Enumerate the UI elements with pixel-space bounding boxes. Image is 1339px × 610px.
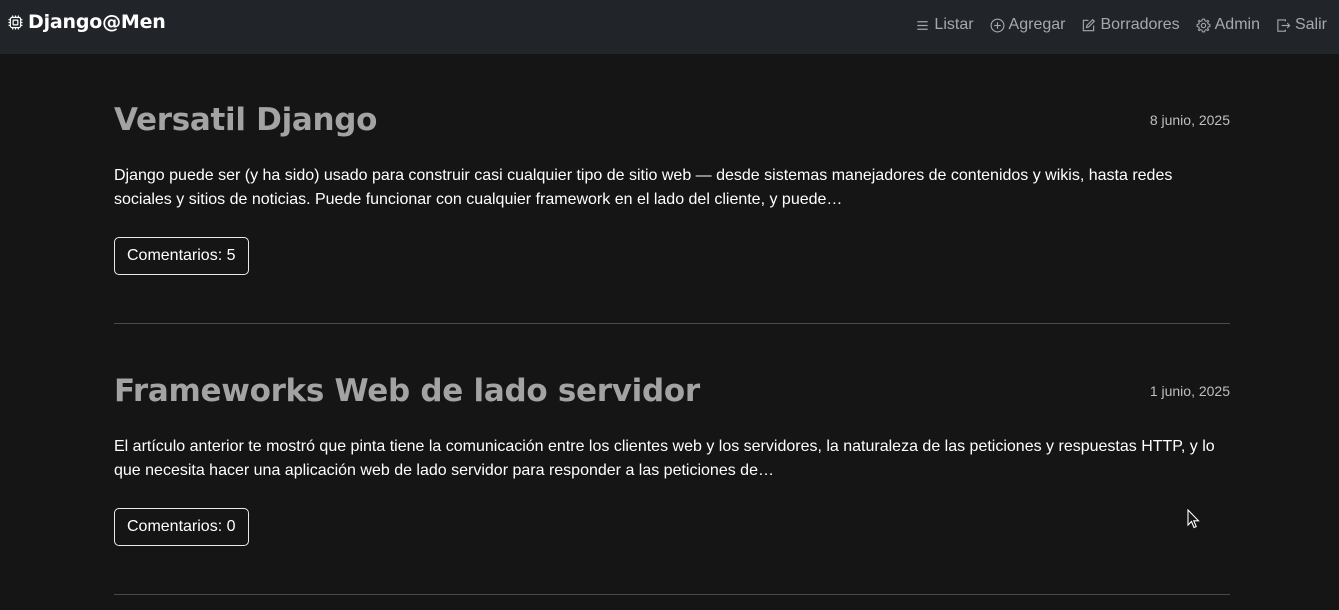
nav-item-salir[interactable]: Salir <box>1276 16 1327 34</box>
nav-item-borradores[interactable]: Borradores <box>1081 16 1180 34</box>
navbar: Django@Men Listar Agregar Borradores Adm… <box>0 0 1339 54</box>
nav-item-listar[interactable]: Listar <box>915 16 974 34</box>
plus-circle-icon <box>990 18 1004 32</box>
nav-item-admin[interactable]: Admin <box>1196 16 1260 34</box>
nav-item-label: Agregar <box>1008 16 1066 33</box>
post-title[interactable]: Frameworks Web de lado servidor <box>114 373 700 409</box>
nav-item-agregar[interactable]: Agregar <box>990 16 1066 34</box>
comments-button[interactable]: Comentarios: 0 <box>114 508 249 546</box>
nav-menu: Listar Agregar Borradores Admin Salir <box>899 0 1327 50</box>
post-excerpt: Django puede ser (y ha sido) usado para … <box>114 167 1173 208</box>
nav-item-label: Salir <box>1294 16 1327 33</box>
gear-icon <box>1196 18 1211 32</box>
nav-item-label: Borradores <box>1100 16 1180 33</box>
post-excerpt: El artículo anterior te mostró que pinta… <box>114 438 1215 479</box>
brand-link[interactable]: Django@Men <box>8 11 166 33</box>
nav-item-label: Admin <box>1214 16 1260 33</box>
post-date: 1 junio, 2025 <box>1149 383 1230 399</box>
post-date: 8 junio, 2025 <box>1149 112 1230 128</box>
post-divider <box>114 594 1230 595</box>
post-title[interactable]: Versatil Django <box>114 102 377 138</box>
comments-button[interactable]: Comentarios: 5 <box>114 237 249 275</box>
logout-icon <box>1277 18 1291 32</box>
cpu-icon <box>8 14 23 30</box>
list-icon <box>917 20 929 30</box>
pencil-square-icon <box>1083 18 1096 31</box>
post-divider <box>114 323 1230 324</box>
nav-item-label: Listar <box>934 16 974 33</box>
mouse-cursor-icon <box>1187 509 1200 529</box>
brand-label: Django@Men <box>28 11 166 33</box>
